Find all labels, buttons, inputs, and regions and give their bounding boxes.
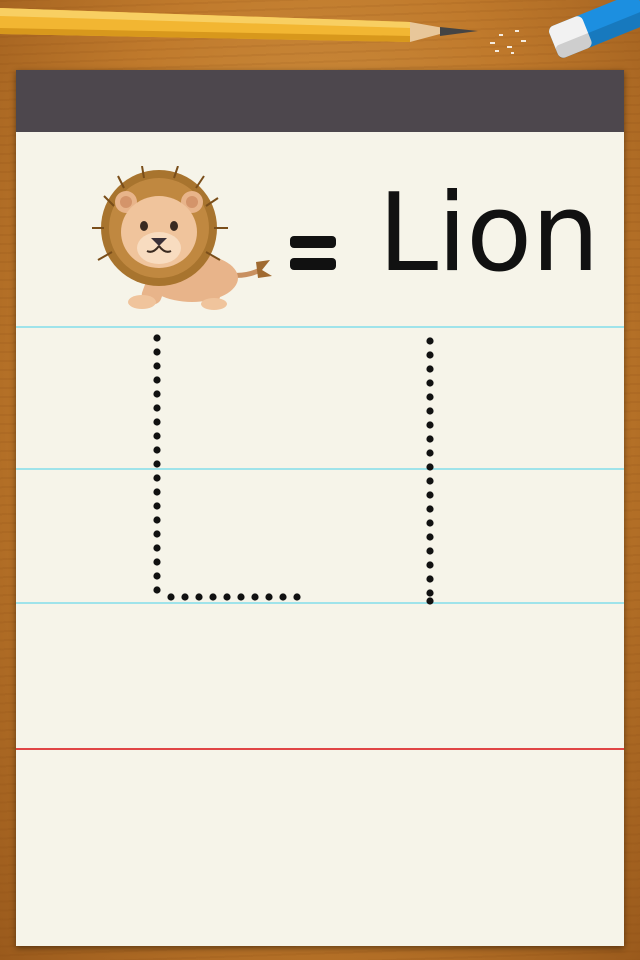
trace-letter-l xyxy=(153,334,301,601)
trace-letter-i xyxy=(426,337,434,605)
tracing-area[interactable] xyxy=(0,0,640,960)
